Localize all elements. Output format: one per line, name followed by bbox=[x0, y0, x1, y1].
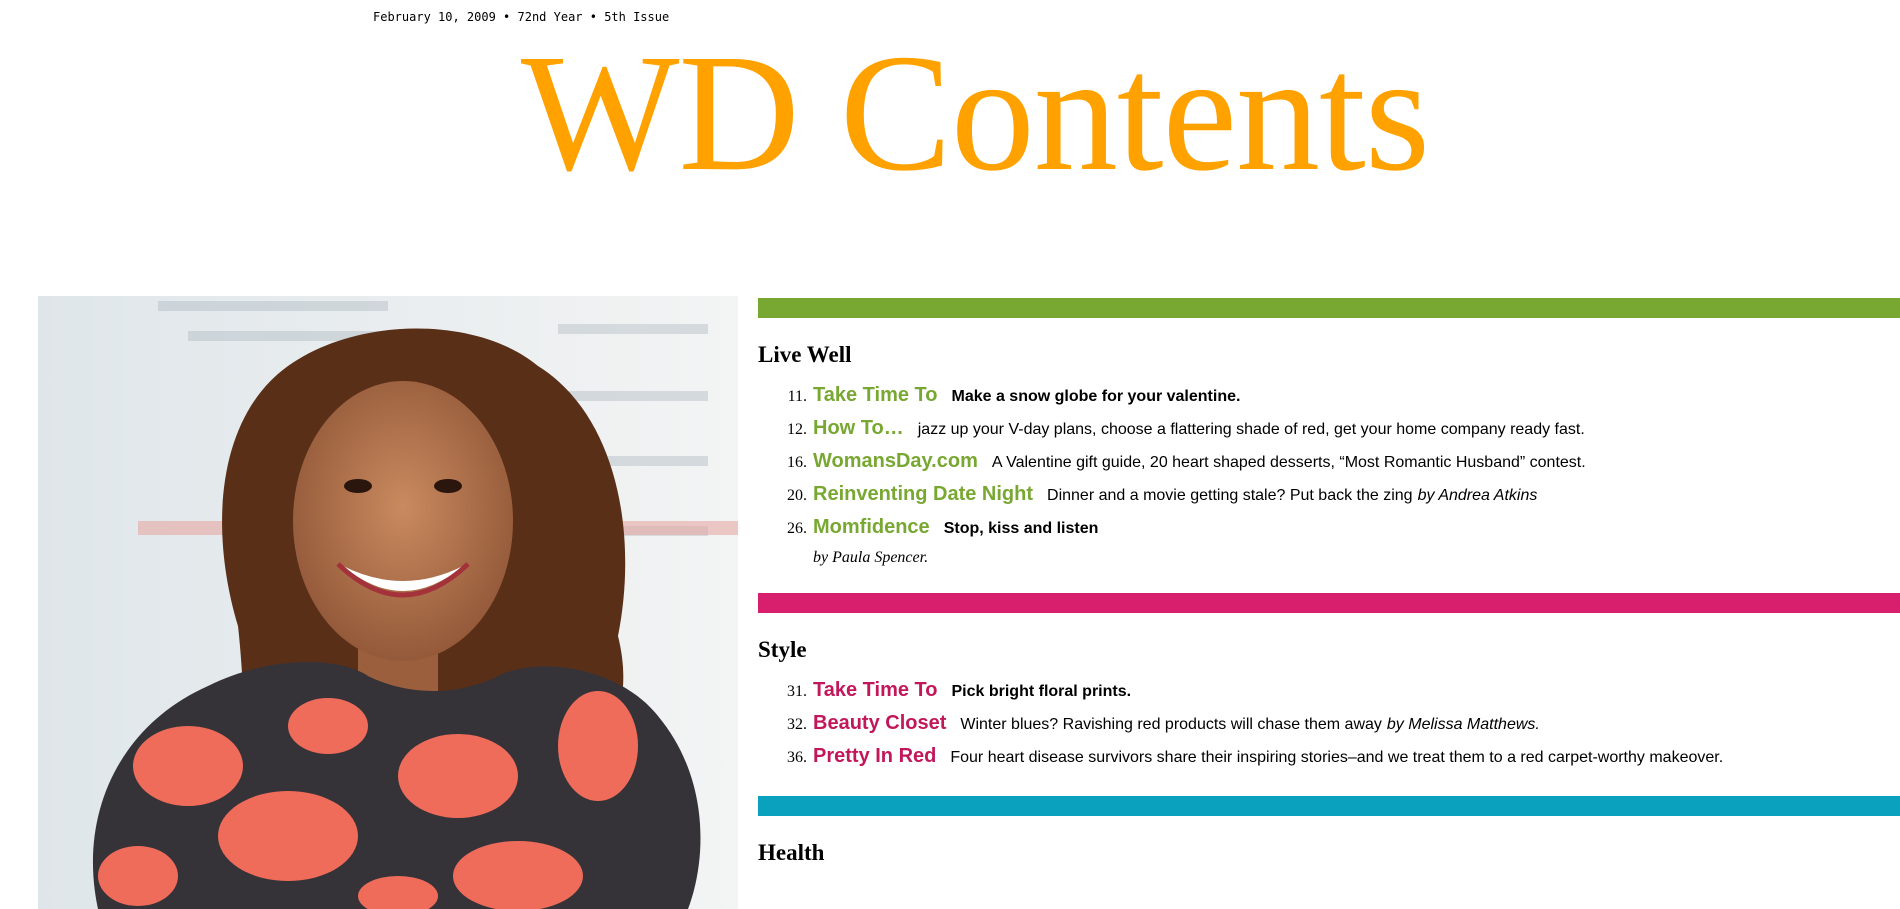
page-number: 11. bbox=[787, 388, 807, 405]
style-list: 31. Take Time To Pick bright floral prin… bbox=[758, 679, 1900, 778]
live-well-list: 11. Take Time To Make a snow globe for y… bbox=[758, 384, 1900, 549]
cover-photo bbox=[38, 296, 738, 909]
section-bar-health bbox=[758, 796, 1900, 816]
article-description: A Valentine gift guide, 20 heart shaped … bbox=[991, 454, 1586, 471]
page-number: 26. bbox=[787, 520, 807, 537]
page-number: 12. bbox=[787, 421, 807, 438]
list-item[interactable]: 26. Momfidence Stop, kiss and listen bbox=[773, 516, 1900, 549]
page-number: 32. bbox=[787, 716, 807, 733]
article-description: Make a snow globe for your valentine. bbox=[951, 388, 1241, 405]
section-title-live-well: Live Well bbox=[758, 342, 852, 367]
article-heading[interactable]: Reinventing Date Night bbox=[813, 483, 1033, 506]
article-description: Four heart disease survivors share their… bbox=[950, 749, 1724, 766]
article-description: Pick bright floral prints. bbox=[951, 683, 1132, 700]
section-bar-style bbox=[758, 593, 1900, 613]
list-item[interactable]: 32. Beauty Closet Winter blues? Ravishin… bbox=[773, 712, 1900, 745]
article-byline: by Andrea Atkins bbox=[1417, 487, 1538, 504]
list-item[interactable]: 31. Take Time To Pick bright floral prin… bbox=[773, 679, 1900, 712]
article-heading[interactable]: Beauty Closet bbox=[813, 712, 946, 735]
article-description: jazz up your V-day plans, choose a flatt… bbox=[917, 421, 1585, 438]
section-title-health: Health bbox=[758, 840, 825, 865]
article-description: Stop, kiss and listen bbox=[943, 520, 1099, 537]
article-byline: by Melissa Matthews. bbox=[1386, 716, 1540, 733]
article-heading[interactable]: Momfidence bbox=[813, 516, 930, 539]
page-number: 16. bbox=[787, 454, 807, 471]
section-title-style: Style bbox=[758, 637, 807, 662]
page-number: 20. bbox=[787, 487, 807, 504]
article-description: Winter blues? Ravishing red products wil… bbox=[960, 716, 1382, 733]
article-heading[interactable]: Pretty In Red bbox=[813, 745, 936, 768]
article-description: Dinner and a movie getting stale? Put ba… bbox=[1047, 487, 1413, 504]
article-heading[interactable]: WomansDay.com bbox=[813, 450, 978, 473]
article-heading[interactable]: How To… bbox=[813, 417, 904, 440]
masthead-title: WD Contents bbox=[520, 20, 1430, 206]
list-item[interactable]: 16. WomansDay.com A Valentine gift guide… bbox=[773, 450, 1900, 483]
section-bar-live-well bbox=[758, 298, 1900, 318]
article-byline: by Paula Spencer. bbox=[813, 549, 929, 566]
list-item[interactable]: 20. Reinventing Date Night Dinner and a … bbox=[773, 483, 1900, 516]
article-heading[interactable]: Take Time To bbox=[813, 679, 937, 702]
list-item[interactable]: 11. Take Time To Make a snow globe for y… bbox=[773, 384, 1900, 417]
table-of-contents: Live Well 11. Take Time To Make a snow g… bbox=[758, 298, 1900, 882]
list-item[interactable]: 12. How To… jazz up your V-day plans, ch… bbox=[773, 417, 1900, 450]
list-item[interactable]: 36. Pretty In Red Four heart disease sur… bbox=[773, 745, 1900, 778]
page-number: 36. bbox=[787, 749, 807, 766]
article-heading[interactable]: Take Time To bbox=[813, 384, 937, 407]
page-number: 31. bbox=[787, 683, 807, 700]
